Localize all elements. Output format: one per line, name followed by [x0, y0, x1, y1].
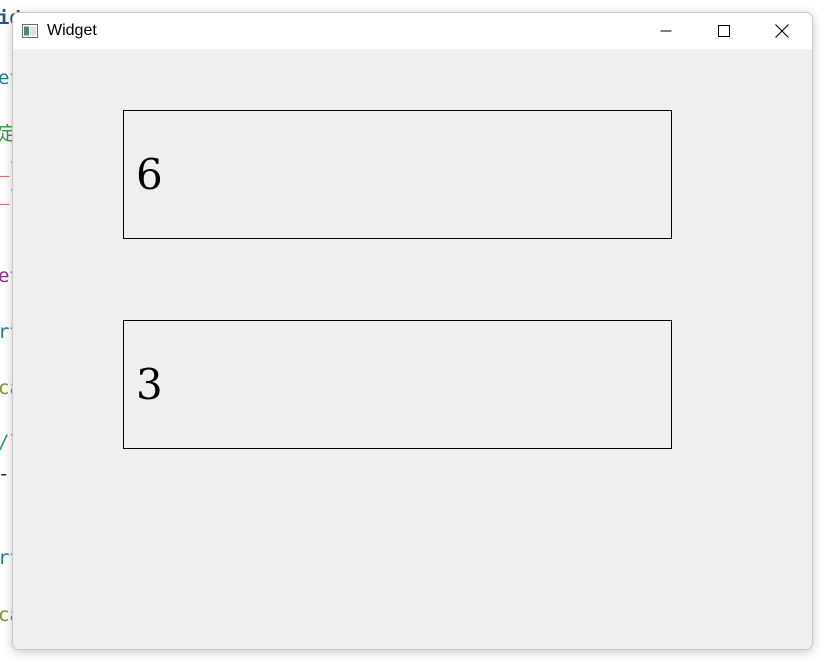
code-fragment: -: [0, 464, 9, 484]
close-button[interactable]: [753, 13, 811, 49]
maximize-icon: [718, 25, 730, 37]
maximize-button[interactable]: [695, 13, 753, 49]
number-display-2-value: 3: [136, 360, 163, 409]
close-icon: [775, 24, 789, 38]
number-display-2: 3: [123, 320, 672, 449]
minimize-button[interactable]: [637, 13, 695, 49]
number-display-1-value: 6: [136, 150, 163, 199]
widget-content: 6 3: [13, 49, 812, 649]
widget-window: Widget 6 3: [12, 12, 813, 650]
number-display-1: 6: [123, 110, 672, 239]
app-window-icon: [22, 23, 38, 38]
minimize-icon: [660, 25, 672, 37]
window-title: Widget: [47, 22, 97, 39]
title-bar[interactable]: Widget: [13, 13, 812, 49]
